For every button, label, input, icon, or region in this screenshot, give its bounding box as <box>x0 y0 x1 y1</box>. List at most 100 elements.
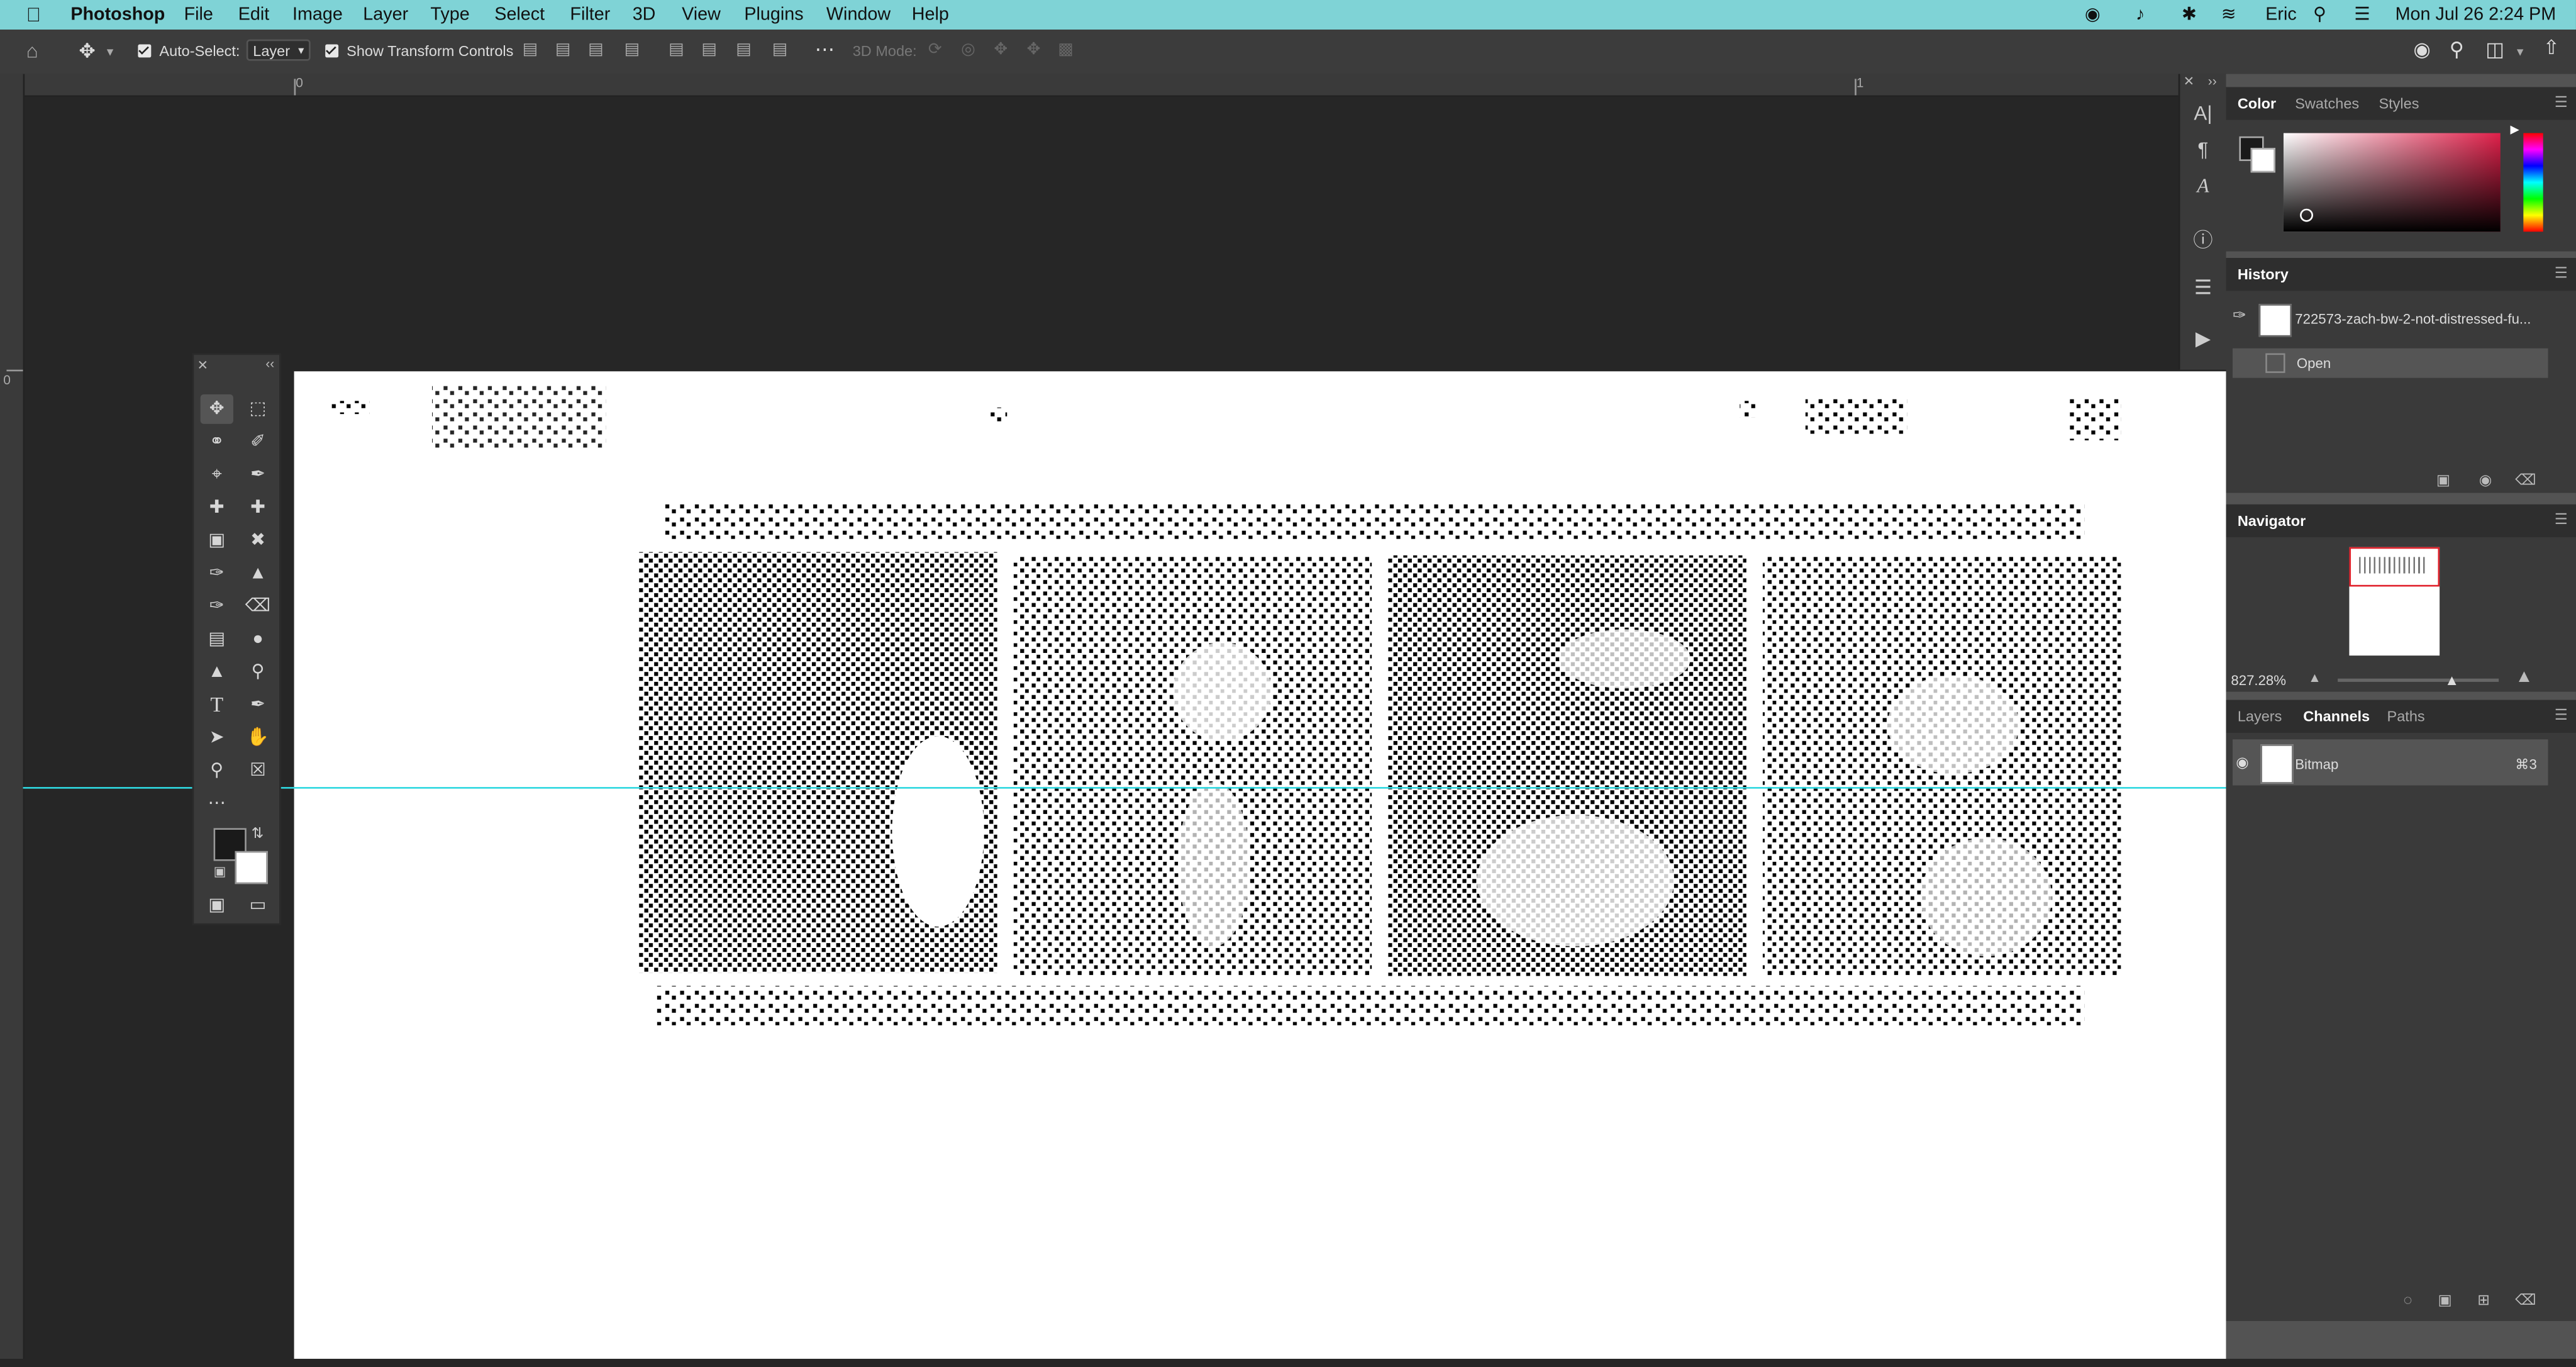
new-channel-icon[interactable]: ⊞ <box>2477 1292 2490 1310</box>
hue-slider[interactable] <box>2523 133 2543 232</box>
expand-icon[interactable]: ›› <box>2208 74 2217 89</box>
new-snapshot-icon[interactable]: ◉ <box>2479 472 2492 490</box>
background-color-swatch[interactable] <box>235 851 268 884</box>
clock-datetime[interactable]: Mon Jul 26 2:24 PM <box>2396 3 2557 26</box>
shape-tool-icon[interactable]: ☒ <box>242 756 274 785</box>
history-brush-tool-icon[interactable]: ✑ <box>201 591 233 621</box>
collapse-icon[interactable]: ‹‹ <box>265 357 274 372</box>
menu-file[interactable]: File <box>184 3 213 26</box>
ruler-vertical[interactable]: 0 <box>0 74 25 1359</box>
control-center-icon[interactable]: ☰ <box>2354 3 2370 26</box>
spot-healing-tool-icon[interactable]: ✚ <box>201 493 233 523</box>
paragraph-panel-icon[interactable]: ¶ <box>2180 138 2226 161</box>
healing-brush-tool-icon[interactable]: ✚ <box>242 493 274 523</box>
workspace-chevron-icon[interactable]: ▾ <box>2517 43 2523 62</box>
slide-3d-icon[interactable]: ✥ <box>1027 41 1041 60</box>
panel-menu-icon[interactable]: ☰ <box>2555 94 2568 112</box>
tab-channels[interactable]: Channels <box>2303 700 2370 733</box>
pen-tool-icon[interactable]: ✒ <box>242 690 274 720</box>
channel-row[interactable]: ◉ Bitmap ⌘3 <box>2232 739 2548 786</box>
zoom-level[interactable]: 827.28% <box>2231 672 2286 688</box>
menu-layer[interactable]: Layer <box>363 3 408 26</box>
creative-cloud-icon[interactable]: ◉ <box>2085 3 2101 26</box>
new-document-from-state-icon[interactable]: ▣ <box>2436 472 2450 490</box>
burn-tool-icon[interactable]: ⚲ <box>242 657 274 687</box>
navigator-preview[interactable] <box>2349 547 2440 656</box>
horizontal-guide[interactable] <box>23 787 2226 789</box>
crop-tool-icon[interactable]: ⌖ <box>201 460 233 489</box>
hand-tool-icon[interactable]: ✋ <box>242 723 274 752</box>
tab-color[interactable]: Color <box>2238 87 2276 120</box>
tab-swatches[interactable]: Swatches <box>2295 87 2359 120</box>
roll-3d-icon[interactable]: ◎ <box>961 41 975 60</box>
delete-channel-icon[interactable]: ⌫ <box>2515 1292 2536 1310</box>
auto-select-checkbox[interactable] <box>138 44 152 58</box>
menu-help[interactable]: Help <box>912 3 949 26</box>
move-tool-icon[interactable]: ✥ <box>200 394 233 424</box>
align-bottom-icon[interactable]: ▤ <box>736 41 752 60</box>
marquee-tool-icon[interactable]: ⬚ <box>242 394 274 424</box>
distribute-horizontal-icon[interactable]: ▤ <box>625 41 640 60</box>
tab-history[interactable]: History <box>2238 258 2289 291</box>
gradient-tool-icon[interactable]: ▤ <box>201 624 233 654</box>
background-swatch[interactable] <box>2250 148 2275 173</box>
mute-icon[interactable]: ♪ <box>2136 3 2145 26</box>
color-field[interactable] <box>2283 133 2501 232</box>
more-options-icon[interactable]: ⋯ <box>815 40 835 59</box>
document-canvas[interactable] <box>294 371 2226 1359</box>
move-tool-icon[interactable]: ✥ <box>79 41 95 60</box>
quick-selection-tool-icon[interactable]: ✐ <box>242 427 274 457</box>
show-transform-checkbox[interactable] <box>325 44 339 58</box>
adjustments-panel-icon[interactable]: ☰ <box>2180 276 2226 299</box>
menu-plugins[interactable]: Plugins <box>744 3 803 26</box>
path-selection-tool-icon[interactable]: ➤ <box>201 723 233 752</box>
bluetooth-icon[interactable]: ✱ <box>2182 3 2197 26</box>
tool-preset-chevron-icon[interactable]: ▾ <box>107 43 113 62</box>
glyphs-panel-icon[interactable]: A <box>2180 174 2226 199</box>
default-colors-icon[interactable]: ▣ <box>214 864 226 879</box>
app-menu[interactable]: Photoshop <box>70 3 165 26</box>
panel-menu-icon[interactable]: ☰ <box>2555 511 2568 529</box>
blur-tool-icon[interactable]: ● <box>242 624 274 654</box>
close-icon[interactable]: ✕ <box>2184 74 2195 89</box>
zoom-slider[interactable] <box>2338 678 2499 682</box>
eyedropper-tool-icon[interactable]: ✒ <box>242 460 274 489</box>
lasso-tool-icon[interactable]: ⚭ <box>201 427 233 457</box>
wifi-icon[interactable]: ≋ <box>2221 3 2236 26</box>
align-center-icon[interactable]: ▤ <box>555 41 571 60</box>
type-tool-icon[interactable]: T <box>201 690 233 720</box>
snapshot-thumbnail[interactable] <box>2258 304 2292 337</box>
tab-navigator[interactable]: Navigator <box>2238 505 2306 537</box>
align-top-icon[interactable]: ▤ <box>669 41 684 60</box>
clone-stamp-tool-icon[interactable]: ▲ <box>242 559 274 588</box>
drag-3d-icon[interactable]: ✥ <box>994 41 1008 60</box>
quick-mask-icon[interactable]: ▣ <box>201 891 233 920</box>
workspace-icon[interactable]: ◫ <box>2485 40 2504 59</box>
brush-tool-icon[interactable]: ✑ <box>201 559 233 588</box>
share-icon[interactable]: ⇧ <box>2543 38 2560 57</box>
menu-select[interactable]: Select <box>494 3 545 26</box>
zoom-out-icon[interactable]: ▲ <box>2308 671 2321 686</box>
panel-menu-icon[interactable]: ☰ <box>2555 706 2568 725</box>
tab-paths[interactable]: Paths <box>2387 700 2425 733</box>
close-icon[interactable]: ✕ <box>197 358 208 373</box>
info-panel-icon[interactable]: ⓘ <box>2180 225 2226 253</box>
load-channel-selection-icon[interactable]: ◌ <box>2404 1292 2412 1308</box>
history-step-row[interactable]: Open <box>2232 348 2548 378</box>
snapshot-name[interactable]: 722573-zach-bw-2-not-distressed-fu... <box>2295 311 2531 327</box>
menu-edit[interactable]: Edit <box>238 3 270 26</box>
eraser-tool-icon[interactable]: ⌫ <box>242 591 274 621</box>
visibility-eye-icon[interactable]: ◉ <box>2236 754 2249 773</box>
dodge-tool-icon[interactable]: ▲ <box>201 657 233 687</box>
actions-play-icon[interactable]: ▶ <box>2180 327 2226 350</box>
swap-colors-icon[interactable]: ⇅ <box>252 825 264 843</box>
home-icon[interactable]: ⌂ <box>26 41 38 60</box>
align-middle-icon[interactable]: ▤ <box>701 41 717 60</box>
edit-toolbar-icon[interactable]: ⋯ <box>201 789 233 818</box>
panel-menu-icon[interactable]: ☰ <box>2555 264 2568 282</box>
save-selection-channel-icon[interactable]: ▣ <box>2438 1292 2452 1310</box>
zoom-tool-icon[interactable]: ⚲ <box>201 756 233 785</box>
frame-tool-icon[interactable]: ▣ <box>201 526 233 555</box>
spotlight-search-icon[interactable]: ⚲ <box>2313 3 2326 26</box>
user-name[interactable]: Eric <box>2265 3 2297 26</box>
